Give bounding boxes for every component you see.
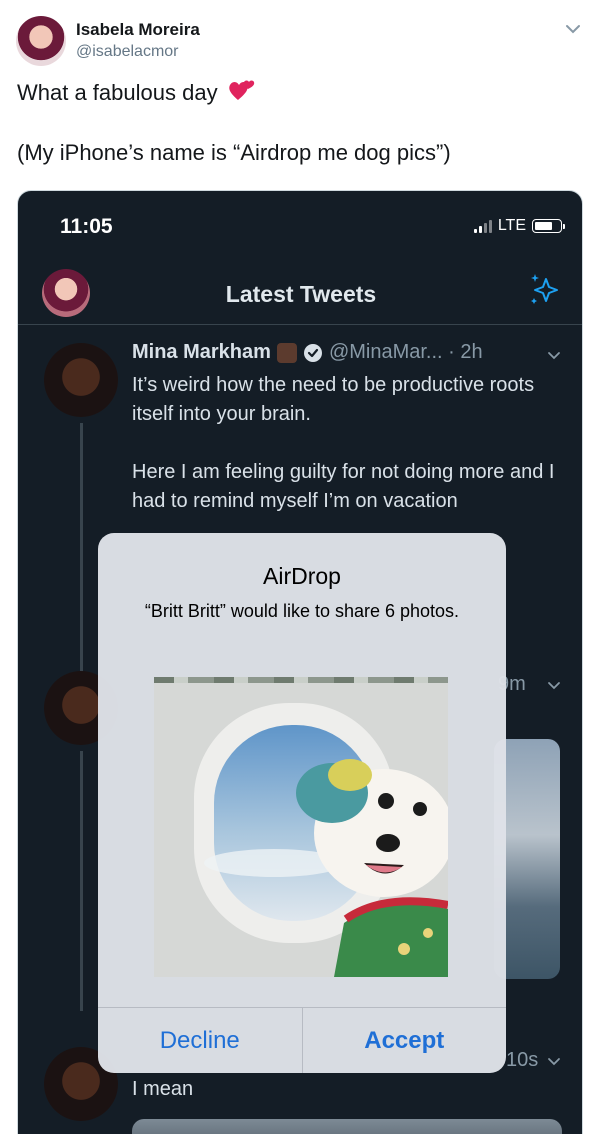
chevron-down-icon[interactable] <box>564 20 582 38</box>
tweet-header: Isabela Moreira @isabelacmor <box>16 14 586 68</box>
chevron-down-icon[interactable] <box>546 1053 562 1069</box>
feed-avatar[interactable] <box>44 343 118 417</box>
tweet-text: What a fabulous day (My iPhone’s name is… <box>17 78 587 168</box>
decline-button[interactable]: Decline <box>98 1008 302 1073</box>
tweet-media-image[interactable] <box>132 1119 562 1134</box>
feed-paragraph: It’s weird how the need to be productive… <box>132 374 535 425</box>
feed-tweet-text: I mean <box>132 1078 194 1100</box>
accept-button[interactable]: Accept <box>301 1008 507 1073</box>
airdrop-message: “Britt Britt” would like to share 6 phot… <box>144 601 460 621</box>
feed-timestamp: 10s <box>506 1049 539 1071</box>
feed-tweet-header[interactable]: Mina Markham @MinaMar... · 2h <box>132 341 483 364</box>
author-handle[interactable]: @isabelacmor <box>76 43 179 61</box>
thread-line <box>80 751 83 1011</box>
author-avatar[interactable] <box>16 16 66 66</box>
page-title: Latest Tweets <box>225 281 377 307</box>
feed-author-meta: @MinaMar... · 2h <box>328 341 483 363</box>
nav-bar: Latest Tweets <box>18 263 582 325</box>
network-label: LTE <box>497 217 526 234</box>
technologist-emoji-icon <box>276 342 297 363</box>
two-hearts-icon <box>228 80 254 100</box>
status-bar: 11:05 LTE <box>18 191 582 263</box>
sparkle-icon[interactable] <box>526 271 562 307</box>
battery-icon <box>532 219 565 233</box>
phone-screenshot[interactable]: 11:05 LTE Latest Tweets Mina Markham @Mi… <box>17 190 583 1134</box>
airdrop-title: AirDrop <box>263 563 341 589</box>
airdrop-button-row: Decline Accept <box>98 1007 506 1073</box>
chevron-down-icon[interactable] <box>546 347 562 363</box>
status-time: 11:05 <box>60 215 113 238</box>
tweet-line-2: (My iPhone’s name is “Airdrop me dog pic… <box>17 140 451 165</box>
feed-paragraph: Here I am feeling guilty for not doing m… <box>132 461 555 512</box>
airdrop-photo-preview <box>154 683 448 977</box>
feed-tweet-text: It’s weird how the need to be productive… <box>132 371 562 516</box>
status-indicators: LTE <box>473 217 565 235</box>
author-name[interactable]: Isabela Moreira <box>76 20 200 40</box>
tweet-line-1: What a fabulous day <box>17 80 218 105</box>
chevron-down-icon[interactable] <box>546 677 562 693</box>
thread-line <box>80 423 83 683</box>
verified-icon <box>303 343 322 362</box>
signal-icon <box>473 219 492 233</box>
airdrop-dialog: AirDrop “Britt Britt” would like to shar… <box>98 533 506 1073</box>
dog-photo-illustration <box>154 683 448 977</box>
feed-author-name[interactable]: Mina Markham <box>132 341 271 364</box>
